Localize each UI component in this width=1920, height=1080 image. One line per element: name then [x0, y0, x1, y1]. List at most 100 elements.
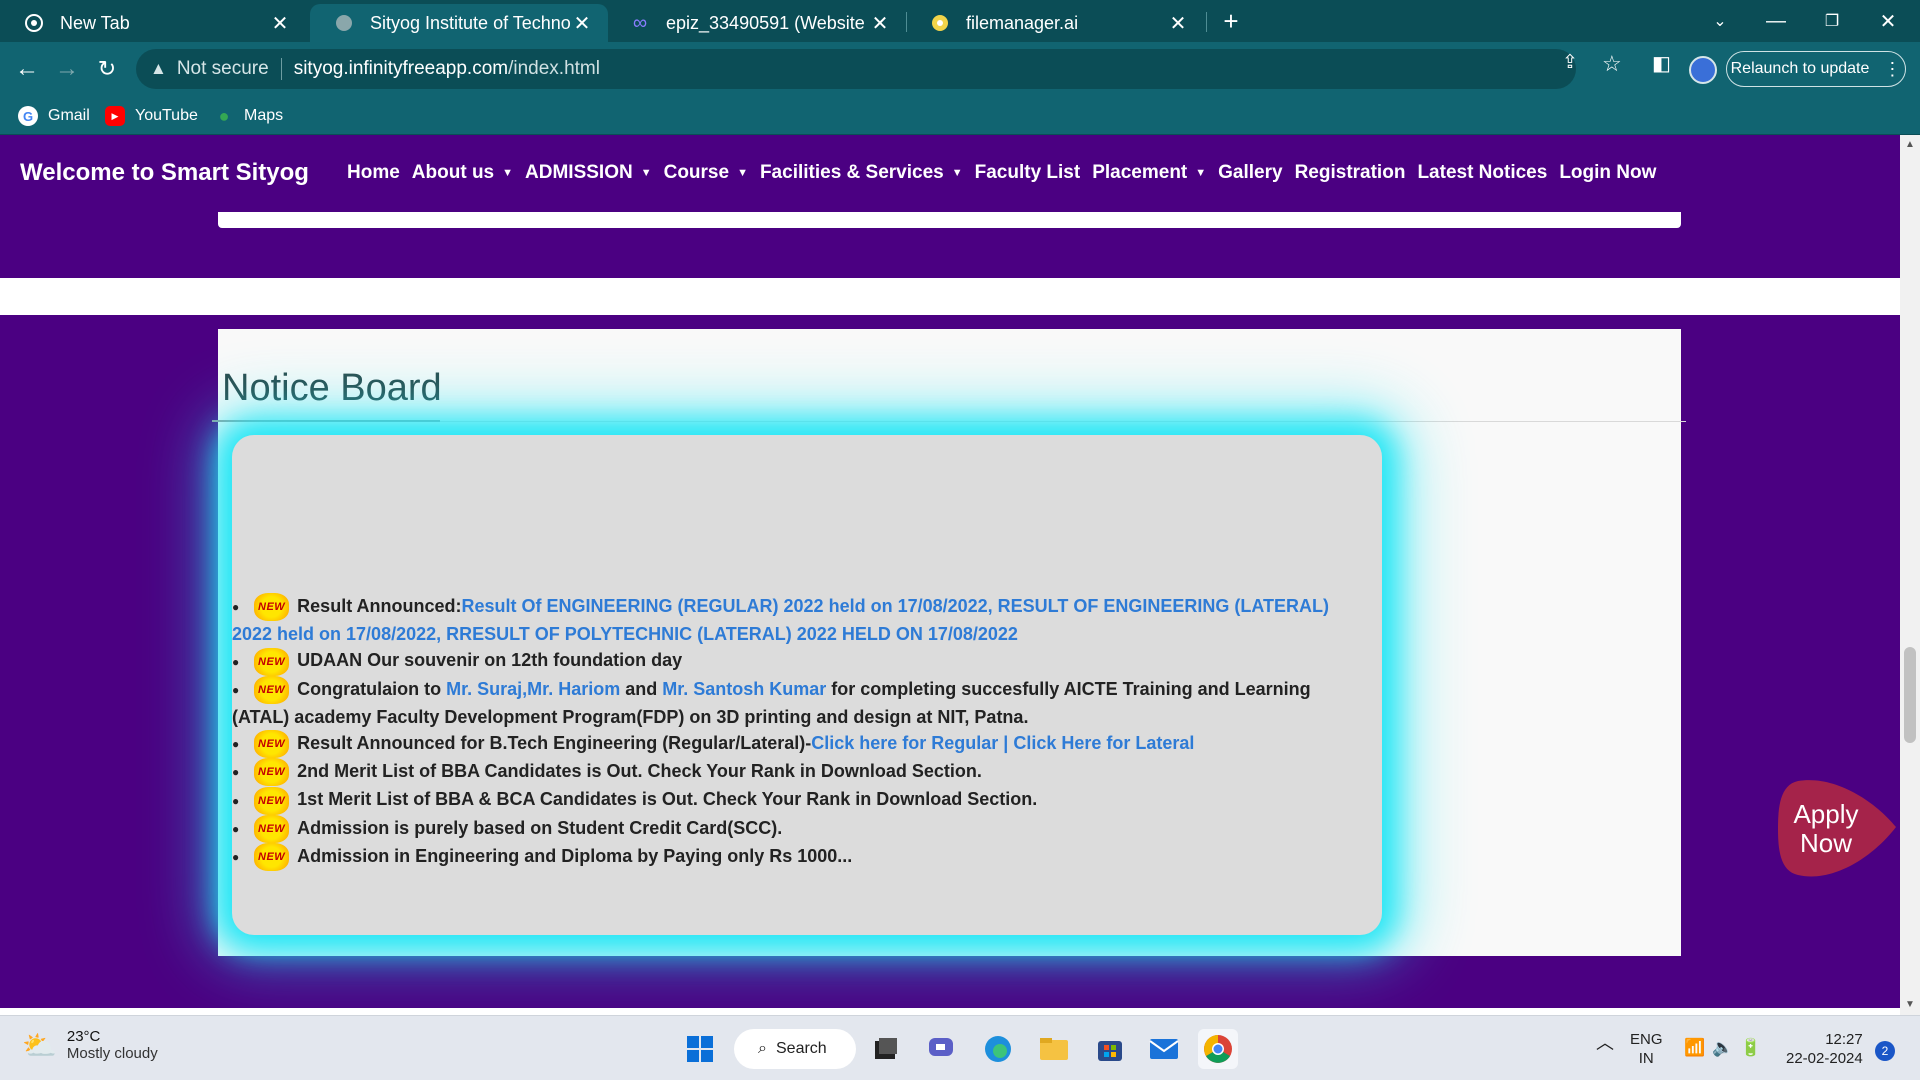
notification-count-badge[interactable]: 2	[1875, 1041, 1895, 1061]
url-path: /index.html	[508, 58, 600, 79]
restore-icon[interactable]: ❐	[1804, 0, 1860, 42]
menu-label: Placement	[1092, 162, 1188, 183]
menu-facilities[interactable]: Facilities & Services ▼	[760, 162, 963, 184]
wifi-icon[interactable]: 📶	[1684, 1038, 1705, 1057]
edge-browser-icon[interactable]	[978, 1029, 1018, 1069]
list-item: ● NEW 1st Merit List of BBA & BCA Candidat…	[232, 786, 1362, 815]
speaker-icon[interactable]: 🔈	[1712, 1038, 1733, 1057]
security-label[interactable]: Not secure	[177, 58, 269, 80]
tab-new-tab[interactable]: New Tab ✕	[0, 4, 306, 42]
close-icon[interactable]: ✕	[1166, 11, 1190, 36]
omnibox-separator	[280, 58, 282, 80]
list-item: ● NEW Congratulaion to Mr. Suraj,Mr. Hario…	[232, 675, 1362, 730]
bullet-icon: ●	[232, 821, 240, 836]
list-item: ● NEW Admission in Engineering and Diploma…	[232, 843, 1362, 871]
window-close-icon[interactable]: ✕	[1860, 0, 1916, 42]
page-scrollbar[interactable]: ▲ ▼	[1900, 135, 1920, 1015]
weather-condition: Mostly cloudy	[66, 1045, 158, 1062]
notice-link-suraj-hariom[interactable]: Mr. Suraj,Mr. Hariom	[446, 679, 620, 699]
reload-icon[interactable]: ↻	[90, 52, 124, 86]
bookmark-gmail[interactable]: G Gmail	[18, 103, 90, 129]
new-tab-icon[interactable]: +	[1206, 0, 1256, 42]
menu-about-us[interactable]: About us ▼	[412, 162, 513, 184]
bookmark-youtube[interactable]: ▶ YouTube	[105, 103, 198, 129]
list-item: ● NEW 2nd Merit List of BBA Candidates is …	[232, 758, 1362, 787]
close-icon[interactable]: ✕	[268, 11, 292, 36]
start-windows-icon[interactable]	[680, 1029, 720, 1069]
profile-avatar[interactable]	[1689, 56, 1717, 84]
menu-gallery[interactable]: Gallery	[1218, 162, 1282, 184]
more-menu-icon[interactable]: ⋮	[1883, 59, 1901, 80]
tray-overflow-chevron-icon[interactable]: ︿	[1596, 1034, 1614, 1053]
notice-box: ● NEW Result Announced:Result Of ENGINEERI…	[232, 435, 1382, 935]
language-indicator[interactable]: ENG IN	[1630, 1030, 1663, 1068]
tab-search-chevron-icon[interactable]: ⌄	[1692, 0, 1748, 42]
new-badge-icon: NEW	[254, 758, 290, 787]
tab-title: Sityog Institute of Technology	[370, 12, 570, 33]
tab-epiz[interactable]: ∞ epiz_33490591 (Website for sityog ✕	[606, 4, 906, 42]
tab-sityog[interactable]: Sityog Institute of Technology ✕	[310, 4, 608, 42]
browser-toolbar: ← → ↻ ▲ Not secure sityog.infinityfreeap…	[0, 42, 1920, 97]
menu-latest-notices[interactable]: Latest Notices	[1417, 162, 1547, 184]
forward-arrow-icon[interactable]: →	[50, 52, 84, 86]
teams-chat-icon[interactable]	[922, 1029, 962, 1069]
apply-now-button[interactable]: Apply Now	[1778, 779, 1898, 879]
relaunch-label: Relaunch to update	[1730, 60, 1870, 77]
header-content-strip	[218, 212, 1681, 228]
share-icon[interactable]: ⇪	[1562, 51, 1578, 74]
caret-down-icon: ▼	[1195, 167, 1207, 179]
now-label: Now	[1800, 828, 1852, 858]
close-icon[interactable]: ✕	[868, 11, 892, 36]
menu-home[interactable]: Home	[347, 162, 400, 184]
address-bar[interactable]: ▲ Not secure sityog.infinityfreeapp.com/…	[136, 49, 1576, 89]
menu-course[interactable]: Course ▼	[664, 162, 748, 184]
site-brand[interactable]: Welcome to Smart Sityog	[20, 159, 309, 187]
notice-list: ● NEW Result Announced:Result Of ENGINEERI…	[232, 593, 1362, 871]
relaunch-button[interactable]: Relaunch to update ⋮	[1726, 51, 1906, 87]
menu-admission[interactable]: ADMISSION ▼	[525, 162, 652, 184]
caret-down-icon: ▼	[951, 167, 963, 179]
menu-faculty-list[interactable]: Faculty List	[975, 162, 1081, 184]
list-item: ● NEW UDAAN Our souvenir on 12th foundatio…	[232, 647, 1362, 676]
scroll-down-icon[interactable]: ▼	[1900, 999, 1920, 1010]
lang-code: ENG	[1630, 1031, 1663, 1048]
scroll-up-icon[interactable]: ▲	[1900, 139, 1920, 150]
scroll-thumb[interactable]	[1904, 647, 1916, 743]
menu-login-now[interactable]: Login Now	[1559, 162, 1656, 184]
notice-link-btech-results[interactable]: Click here for Regular | Click Here for …	[811, 733, 1194, 753]
caret-down-icon: ▼	[502, 167, 514, 179]
menu-placement[interactable]: Placement ▼	[1092, 162, 1206, 184]
taskbar-search[interactable]: ⌕ Search	[734, 1029, 856, 1069]
battery-icon[interactable]: 🔋	[1740, 1038, 1761, 1057]
bullet-icon: ●	[232, 682, 240, 697]
bookmark-maps[interactable]: ● Maps	[214, 103, 284, 129]
menu-label: Gallery	[1218, 162, 1283, 183]
bookmark-label: YouTube	[135, 107, 198, 124]
bookmark-star-icon[interactable]: ☆	[1602, 51, 1622, 77]
clock[interactable]: 12:27 22-02-2024	[1786, 1030, 1863, 1068]
back-arrow-icon[interactable]: ←	[10, 52, 44, 86]
close-icon[interactable]: ✕	[570, 11, 594, 36]
search-icon: ⌕	[758, 1040, 767, 1057]
weather-widget[interactable]: ⛅ 23°C Mostly cloudy	[22, 1028, 158, 1062]
menu-registration[interactable]: Registration	[1295, 162, 1406, 184]
bookmark-label: Gmail	[48, 107, 90, 124]
chrome-taskbar-icon[interactable]	[1198, 1029, 1238, 1069]
task-view-icon[interactable]	[866, 1029, 906, 1069]
notice-link-santosh[interactable]: Mr. Santosh Kumar	[662, 679, 826, 699]
mail-icon[interactable]	[1144, 1029, 1184, 1069]
tab-filemanager[interactable]: filemanager.ai ✕	[906, 4, 1204, 42]
title-rule-accent	[212, 420, 440, 422]
microsoft-store-icon[interactable]	[1090, 1029, 1130, 1069]
side-panel-icon[interactable]: ◧	[1652, 51, 1671, 76]
url-text[interactable]: sityog.infinityfreeapp.com/index.html	[294, 58, 600, 80]
new-badge-icon: NEW	[254, 814, 290, 843]
cloud-sun-icon: ⛅	[22, 1029, 57, 1061]
notice-text: UDAAN Our souvenir on 12th foundation da…	[297, 650, 683, 671]
file-explorer-icon[interactable]	[1034, 1029, 1074, 1069]
notice-text: and	[620, 678, 663, 699]
notice-text: 2nd Merit List of BBA Candidates is Out.…	[297, 761, 982, 781]
minimize-icon[interactable]: —	[1748, 0, 1804, 42]
notice-panel: Notice Board ● NEW Result Announced: Result…	[212, 329, 1686, 956]
new-badge-icon: NEW	[254, 647, 290, 676]
